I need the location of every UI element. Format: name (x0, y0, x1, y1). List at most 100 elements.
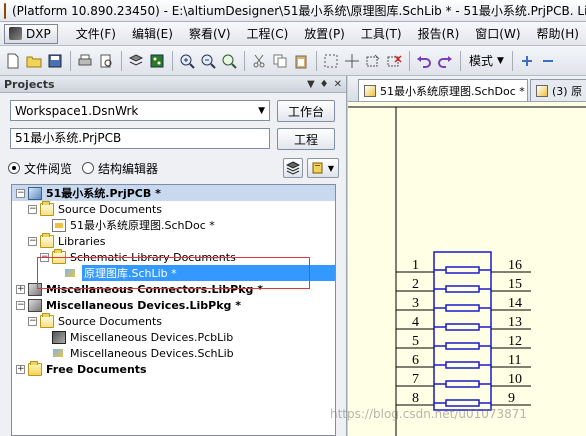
menu-file[interactable]: 文件(F) (68, 24, 124, 44)
menu-help[interactable]: 帮助(H) (529, 24, 586, 44)
document-icon (312, 162, 323, 174)
toolbar-separator (460, 50, 461, 71)
collapse-icon[interactable]: − (40, 252, 49, 262)
resistor-element (445, 342, 480, 350)
title-bar: (Platform 10.890.23450) - E:\altiumDesig… (0, 0, 586, 22)
print-icon[interactable] (75, 51, 95, 71)
tree-item[interactable]: − Source Documents (12, 200, 335, 217)
tab-schdoc[interactable]: 51最小系统原理图.SchDoc * (358, 79, 528, 101)
panel-menu-icon[interactable]: ▼ (307, 79, 315, 90)
tree-item[interactable]: + Miscellaneous Connectors.LibPkg * (12, 281, 335, 297)
view-icons: ▼ (283, 158, 339, 178)
collapse-icon[interactable]: − (28, 236, 37, 246)
print-preview-icon[interactable] (96, 51, 116, 71)
menu-place[interactable]: 放置(P) (296, 24, 353, 44)
schematic-canvas[interactable]: 1 16 2 15 3 14 4 13 5 12 6 11 7 10 8 9 (348, 102, 586, 436)
tree-item[interactable]: + Free Documents (12, 360, 335, 377)
pcb-icon[interactable] (147, 51, 167, 71)
tree-item[interactable]: − Source Documents (12, 312, 335, 329)
expand-icon[interactable]: + (16, 364, 25, 374)
pin-number: 12 (508, 334, 522, 349)
radio-file-view[interactable]: 文件阅览 (8, 160, 72, 177)
paste-icon[interactable] (291, 51, 311, 71)
tree-item[interactable]: − Miscellaneous Devices.LibPkg * (12, 297, 335, 313)
document-tab-strip: 51最小系统原理图.SchDoc * (3) 原 (348, 76, 586, 102)
collapse-icon[interactable]: − (16, 300, 25, 310)
tree-item-label: 原理图库.SchLib * (82, 265, 335, 281)
radio-structure-editor-dot (82, 162, 95, 174)
tree-item[interactable]: − 51最小系统.PrjPCB * (12, 185, 335, 201)
expand-icon[interactable]: + (16, 284, 25, 294)
zoom-fit-icon[interactable] (219, 51, 239, 71)
mode-label: 模式 (469, 54, 494, 68)
radio-structure-editor-label: 结构编辑器 (98, 161, 159, 176)
menu-edit[interactable]: 编辑(E) (124, 24, 181, 44)
document-options-button[interactable]: ▼ (307, 158, 339, 178)
close-icon[interactable]: ✕ (334, 79, 342, 90)
collapse-icon[interactable]: − (28, 204, 37, 214)
pin-number: 11 (508, 353, 521, 368)
pcb-project-icon (28, 186, 42, 200)
copy-icon[interactable] (270, 51, 290, 71)
tree-item[interactable]: Miscellaneous Devices.PcbLib (12, 329, 335, 345)
undo-icon[interactable] (414, 51, 434, 71)
panel-controls: ▼ ♦ ✕ (307, 79, 342, 90)
collapse-icon[interactable]: − (28, 316, 37, 326)
pin-number: 9 (508, 391, 515, 406)
tree-item-label: Source Documents (58, 314, 162, 328)
resistor-element (445, 304, 480, 312)
libpkg-icon (28, 298, 42, 312)
tree-item[interactable]: 原理图库.SchLib * (12, 265, 335, 281)
collapse-icon[interactable]: − (16, 188, 25, 198)
menu-reports[interactable]: 报告(R) (410, 24, 468, 44)
save-icon[interactable] (45, 51, 65, 71)
layers-icon[interactable] (126, 51, 146, 71)
libpkg-icon (28, 282, 42, 296)
tab-schlib[interactable]: (3) 原 (530, 79, 586, 101)
menu-view[interactable]: 察看(V) (181, 24, 239, 44)
tree-item[interactable]: − Libraries (12, 232, 335, 249)
cut-icon[interactable] (249, 51, 269, 71)
deselect-icon[interactable] (384, 51, 404, 71)
dxp-menu-button[interactable]: DXP (4, 23, 58, 44)
chevron-down-icon: ▼ (497, 55, 504, 66)
menu-bar: DXP 文件(F) 编辑(E) 察看(V) 工程(C) 放置(P) 工具(T) … (0, 22, 586, 46)
pin-number: 16 (508, 258, 522, 273)
main-toolbar: 模式 ▼ (0, 46, 586, 76)
tree-item[interactable]: 51最小系统原理图.SchDoc * (12, 217, 335, 233)
zoom-out-icon[interactable] (198, 51, 218, 71)
redo-icon[interactable] (435, 51, 455, 71)
toolbar-separator (409, 50, 410, 71)
new-doc-icon[interactable] (3, 51, 23, 71)
menu-tools[interactable]: 工具(T) (353, 24, 410, 44)
layers-icon (286, 161, 300, 175)
tree-item-label: 51最小系统原理图.SchDoc * (70, 219, 215, 232)
select-area-icon[interactable] (321, 51, 341, 71)
tree-item-label: Schematic Library Documents (70, 250, 236, 264)
layers-view-button[interactable] (283, 158, 303, 178)
open-folder-icon[interactable] (24, 51, 44, 71)
tree-item[interactable]: − Schematic Library Documents (12, 248, 335, 265)
pcblib-icon (52, 330, 66, 344)
project-button[interactable]: 工程 (277, 128, 335, 150)
pin-icon[interactable]: ♦ (320, 79, 329, 90)
add-icon[interactable] (517, 51, 537, 71)
workspace-button[interactable]: 工作台 (277, 100, 335, 122)
dxp-icon (9, 27, 22, 40)
minus-icon[interactable] (538, 51, 558, 71)
move-icon[interactable] (342, 51, 362, 71)
radio-file-view-dot (8, 162, 20, 174)
tree-item[interactable]: Miscellaneous Devices.SchLib (12, 345, 335, 361)
tree-item-label: Miscellaneous Connectors.LibPkg * (46, 282, 263, 296)
menu-window[interactable]: 窗口(W) (467, 24, 528, 44)
projects-panel: Projects ▼ ♦ ✕ Workspace1.DsnWrk ▼ 工作台 5… (0, 76, 347, 436)
radio-structure-editor[interactable]: 结构编辑器 (82, 160, 158, 177)
select-icon[interactable] (363, 51, 383, 71)
zoom-in-icon[interactable] (177, 51, 197, 71)
tree-item-label: Free Documents (46, 362, 147, 376)
workspace-select[interactable]: Workspace1.DsnWrk ▼ (10, 100, 270, 121)
project-field[interactable]: 51最小系统.PrjPCB (10, 128, 270, 149)
open-folder-icon (52, 248, 66, 264)
mode-dropdown[interactable]: 模式 ▼ (465, 51, 508, 71)
menu-project[interactable]: 工程(C) (239, 24, 297, 44)
